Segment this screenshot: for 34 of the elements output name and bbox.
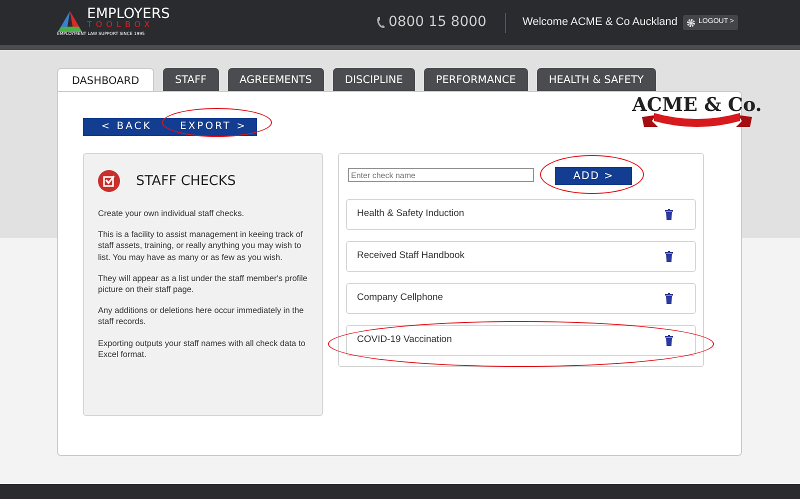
back-button[interactable]: < BACK: [83, 118, 170, 136]
check-name: Company Cellphone: [357, 291, 444, 306]
trash-icon[interactable]: [665, 209, 673, 220]
add-button[interactable]: ADD >: [555, 167, 632, 185]
export-button[interactable]: EXPORT >: [170, 118, 257, 136]
logo-subword: TOOLBOX: [87, 21, 154, 30]
tab[interactable]: HEALTH & SAFETY: [536, 68, 656, 92]
tab[interactable]: DASHBOARD: [57, 68, 154, 93]
trash-icon[interactable]: [665, 293, 673, 304]
tab[interactable]: AGREEMENTS: [228, 68, 324, 92]
phone-number: 0800 15 8000: [388, 13, 486, 32]
tab[interactable]: PERFORMANCE: [424, 68, 528, 92]
welcome-text: Welcome ACME & Co Auckland: [522, 15, 678, 30]
trash-icon[interactable]: [665, 335, 673, 346]
tab[interactable]: STAFF: [163, 68, 219, 92]
check-name: Received Staff Handbook: [357, 249, 465, 264]
checkbox-icon: [98, 170, 120, 192]
logo-icon: [57, 11, 83, 32]
check-name: COVID-19 Vaccination: [357, 333, 452, 348]
description-text: Any additions or deletions here occur immediately in the staff records.: [98, 305, 305, 328]
description-text: They will appear as a list under the staff member's profile picture on their staff page.: [98, 272, 308, 296]
company-logo-text: ACME & Co.: [632, 96, 762, 115]
description-text: This is a facility to assist management in keeing track of staff assets, training, or really anything you may wish to list. You may have as many or as few as you wish.: [98, 229, 304, 263]
description-text: Create your own individual staff checks.: [98, 208, 246, 220]
logo-wordmark: EMPLOYERS: [87, 7, 170, 22]
check-name-field[interactable]: Enter check name: [348, 168, 534, 182]
tab[interactable]: DISCIPLINE: [332, 68, 415, 92]
panel-title: STAFF CHECKS: [136, 172, 236, 191]
description-text: Exporting outputs your staff names with all check data to Excel format.: [98, 338, 306, 360]
check-name: Health & Safety Induction: [357, 207, 464, 222]
phone-icon: [375, 16, 386, 29]
ribbon-icon: [642, 111, 752, 129]
trash-icon[interactable]: [665, 251, 673, 262]
settings-icon: [686, 18, 695, 26]
